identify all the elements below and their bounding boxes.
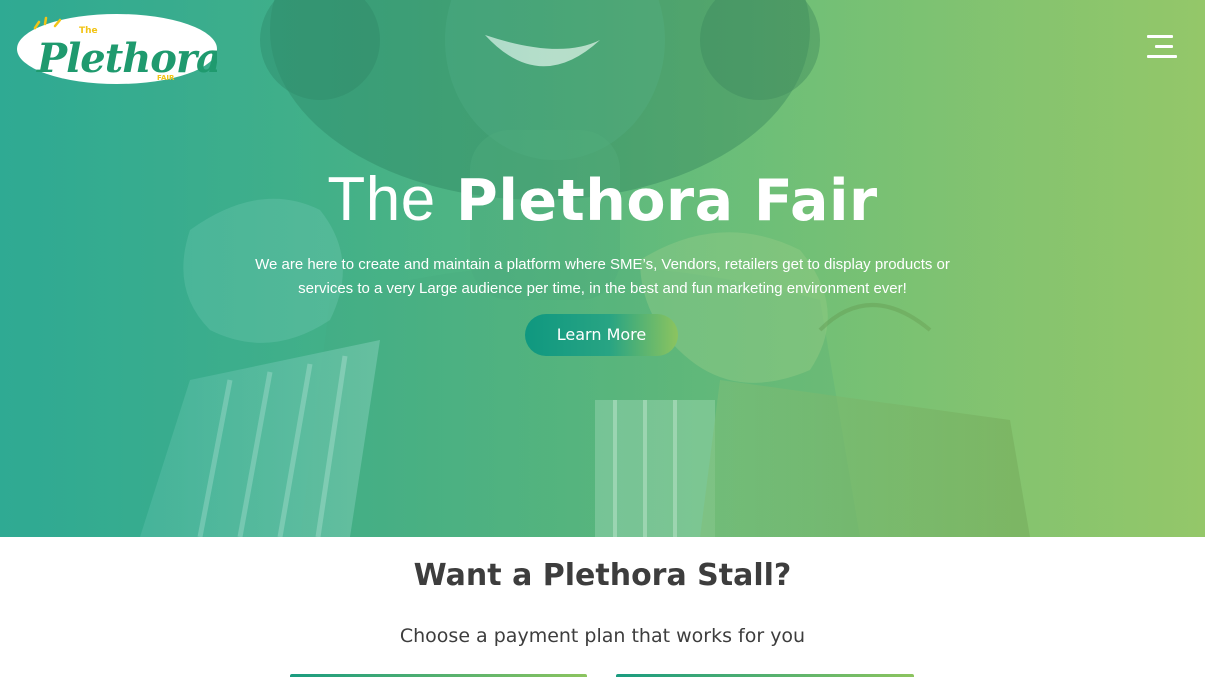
logo-text-main: Plethora [36, 35, 217, 82]
hero-title-bold: Plethora Fair [456, 168, 878, 234]
hamburger-menu-icon[interactable] [1143, 33, 1179, 61]
menu-line [1147, 35, 1173, 38]
learn-more-button[interactable]: Learn More [525, 314, 678, 356]
page: The Plethora FAIR The Plethora Fair We a… [0, 0, 1205, 677]
stall-section-subtitle: Choose a payment plan that works for you [399, 625, 806, 647]
hero-title-light: The [327, 165, 436, 234]
menu-line [1155, 45, 1173, 48]
stall-section-title: Want a Plethora Stall? [413, 558, 792, 593]
hero-description: We are here to create and maintain a pla… [255, 256, 950, 297]
plethora-fair-logo[interactable]: The Plethora FAIR [17, 14, 217, 84]
hero-section: The Plethora FAIR The Plethora Fair We a… [0, 0, 1205, 537]
menu-line [1147, 55, 1177, 58]
hero-title: The Plethora Fair [0, 162, 1205, 239]
logo-text-sub: FAIR [157, 74, 175, 82]
